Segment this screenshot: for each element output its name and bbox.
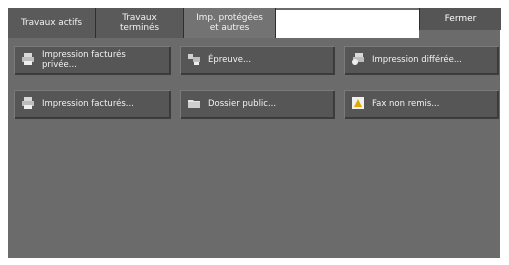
- button-label: Impression facturés privée...: [42, 50, 126, 70]
- printer-lock-icon: [22, 53, 34, 65]
- tab-completed-jobs[interactable]: Travaux terminés: [96, 8, 184, 38]
- charge-private-print-button[interactable]: Impression facturés privée...: [14, 46, 170, 74]
- button-label: Dossier public...: [208, 99, 277, 109]
- charge-print-button[interactable]: Impression facturés...: [14, 90, 170, 118]
- proof-print-icon: [188, 54, 200, 65]
- delayed-print-button[interactable]: Impression différée...: [344, 46, 498, 74]
- proof-print-button[interactable]: Épreuve...: [180, 46, 334, 74]
- tab-spacer: [276, 10, 419, 38]
- printer-icon: [22, 97, 34, 109]
- tab-label: Travaux terminés: [119, 13, 159, 33]
- fax-warning-icon: [352, 97, 364, 109]
- button-label: Épreuve...: [208, 55, 252, 65]
- tab-active-jobs[interactable]: Travaux actifs: [8, 8, 96, 38]
- tab-secure-print[interactable]: Imp. protégées et autres: [184, 8, 276, 38]
- tab-label: Travaux actifs: [20, 18, 83, 28]
- public-folder-button[interactable]: Dossier public...: [180, 90, 334, 118]
- folder-icon: [188, 100, 200, 108]
- button-label: Impression différée...: [372, 55, 462, 65]
- button-label: Fax non remis...: [372, 99, 440, 109]
- tab-bar: Travaux actifs Travaux terminés Imp. pro…: [8, 8, 501, 38]
- tab-label: Imp. protégées et autres: [196, 13, 263, 33]
- undelivered-fax-button[interactable]: Fax non remis...: [344, 90, 498, 118]
- button-label: Impression facturés...: [42, 99, 134, 109]
- job-status-panel: Travaux actifs Travaux terminés Imp. pro…: [8, 8, 501, 258]
- close-label: Fermer: [444, 14, 477, 24]
- close-button[interactable]: Fermer: [419, 8, 501, 30]
- printer-clock-icon: [352, 53, 364, 65]
